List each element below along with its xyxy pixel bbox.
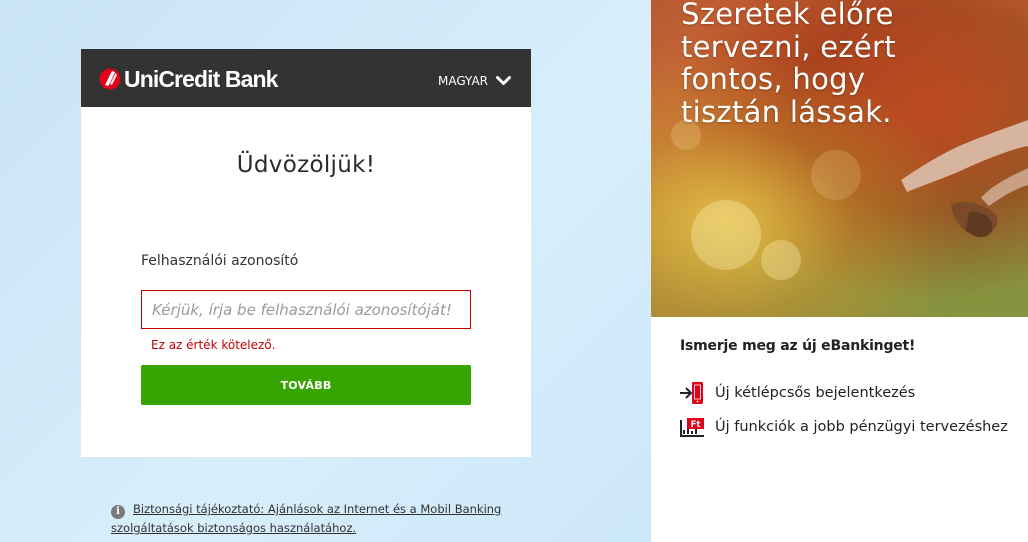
ft-chart-icon: Ft: [680, 418, 704, 437]
security-notice: i Biztonsági tájékoztató: Ajánlások az In…: [111, 500, 541, 538]
info-icon: i: [111, 505, 125, 519]
unicredit-logo-icon: [99, 68, 121, 90]
feature-label: Új kétlépcsős bejelentkezés: [715, 385, 916, 401]
promo-tagline: Szeretek előre tervezni, ezért fontos, h…: [681, 0, 896, 128]
promo-image: Szeretek előre tervezni, ezért fontos, h…: [651, 0, 1028, 317]
login-phone-icon: [680, 382, 703, 404]
promo-info-box: Ismerje meg az új eBankinget! Új kétlépc…: [651, 317, 1028, 542]
validation-error: Ez az érték kötelező.: [151, 338, 276, 352]
promo-tagline-line: tisztán lássak.: [681, 94, 892, 129]
promo-tagline-line: Szeretek előre: [681, 0, 894, 31]
welcome-heading: Üdvözöljük!: [236, 152, 376, 178]
svg-text:Ft: Ft: [691, 420, 701, 430]
language-selector[interactable]: MAGYAR: [438, 74, 511, 88]
continue-button[interactable]: TOVÁBB: [141, 365, 471, 405]
chevron-down-icon: [496, 76, 511, 85]
logo-text: UniCredit Bank: [124, 65, 278, 92]
unicredit-logo[interactable]: UniCredit Bank: [99, 66, 278, 92]
user-id-label: Felhasználói azonosító: [141, 253, 299, 269]
feature-financial-planning: Ft Új funkciók a jobb pénzügyi tervezésh…: [679, 416, 1008, 438]
language-label: MAGYAR: [438, 74, 488, 88]
card-header: UniCredit Bank MAGYAR: [81, 49, 531, 107]
login-card: UniCredit Bank MAGYAR Üdvözöljük! Felhas…: [81, 49, 531, 457]
user-id-input[interactable]: [141, 290, 471, 329]
promo-tagline-line: fontos, hogy: [681, 62, 866, 96]
feature-label: Új funkciók a jobb pénzügyi tervezéshez: [715, 419, 1008, 435]
promo-tagline-line: tervezni, ezért: [681, 29, 896, 64]
promo-heading: Ismerje meg az új eBankinget!: [680, 338, 916, 354]
feature-two-step-login: Új kétlépcsős bejelentkezés: [679, 381, 915, 405]
security-info-link[interactable]: Biztonsági tájékoztató: Ajánlások az Int…: [111, 502, 501, 535]
